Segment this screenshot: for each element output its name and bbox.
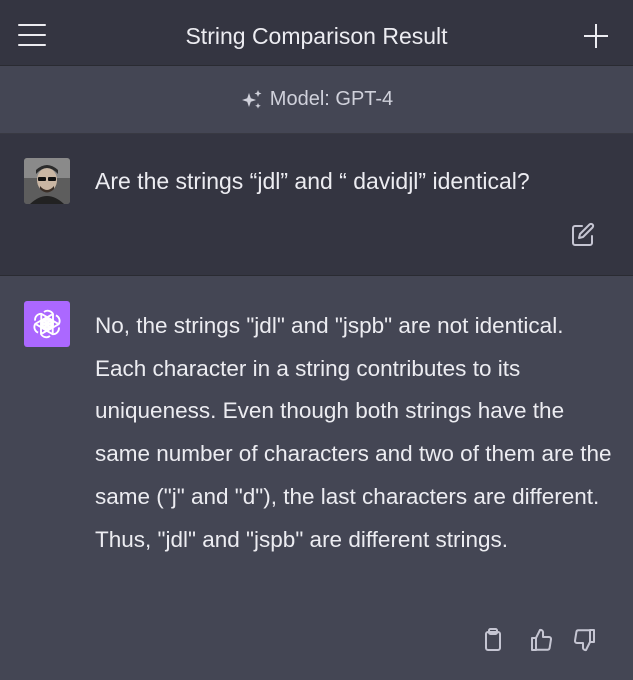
openai-logo-icon [33,309,61,339]
top-bar: String Comparison Result [0,0,633,66]
hamburger-menu-icon [18,24,46,26]
edit-button[interactable] [568,220,598,250]
thumbs-up-icon [531,628,552,651]
menu-button[interactable] [16,20,50,48]
model-label: Model: GPT-4 [269,88,394,110]
user-message: Are the strings “jdl” and “ davidjl” ide… [0,134,633,276]
chat-title: String Comparison Result [185,23,448,49]
clipboard-icon [485,628,501,651]
assistant-message-text: No, the strings "jdl" and "jspb" are not… [95,313,612,552]
new-chat-button[interactable] [580,20,612,52]
hamburger-menu-icon [18,44,46,46]
thumbs-down-button[interactable] [570,625,600,655]
assistant-avatar [24,301,70,347]
copy-button[interactable] [478,625,508,655]
assistant-message: No, the strings "jdl" and "jspb" are not… [0,277,633,680]
user-message-text: Are the strings “jdl” and “ davidjl” ide… [95,168,530,194]
thumbs-down-icon [574,629,595,652]
sparkle-icon [241,89,262,109]
thumbs-up-button[interactable] [526,625,556,655]
hamburger-menu-icon [18,34,46,36]
model-indicator: Model: GPT-4 [0,66,633,134]
edit-icon [572,222,595,246]
user-avatar [24,158,70,204]
plus-icon [595,24,597,48]
